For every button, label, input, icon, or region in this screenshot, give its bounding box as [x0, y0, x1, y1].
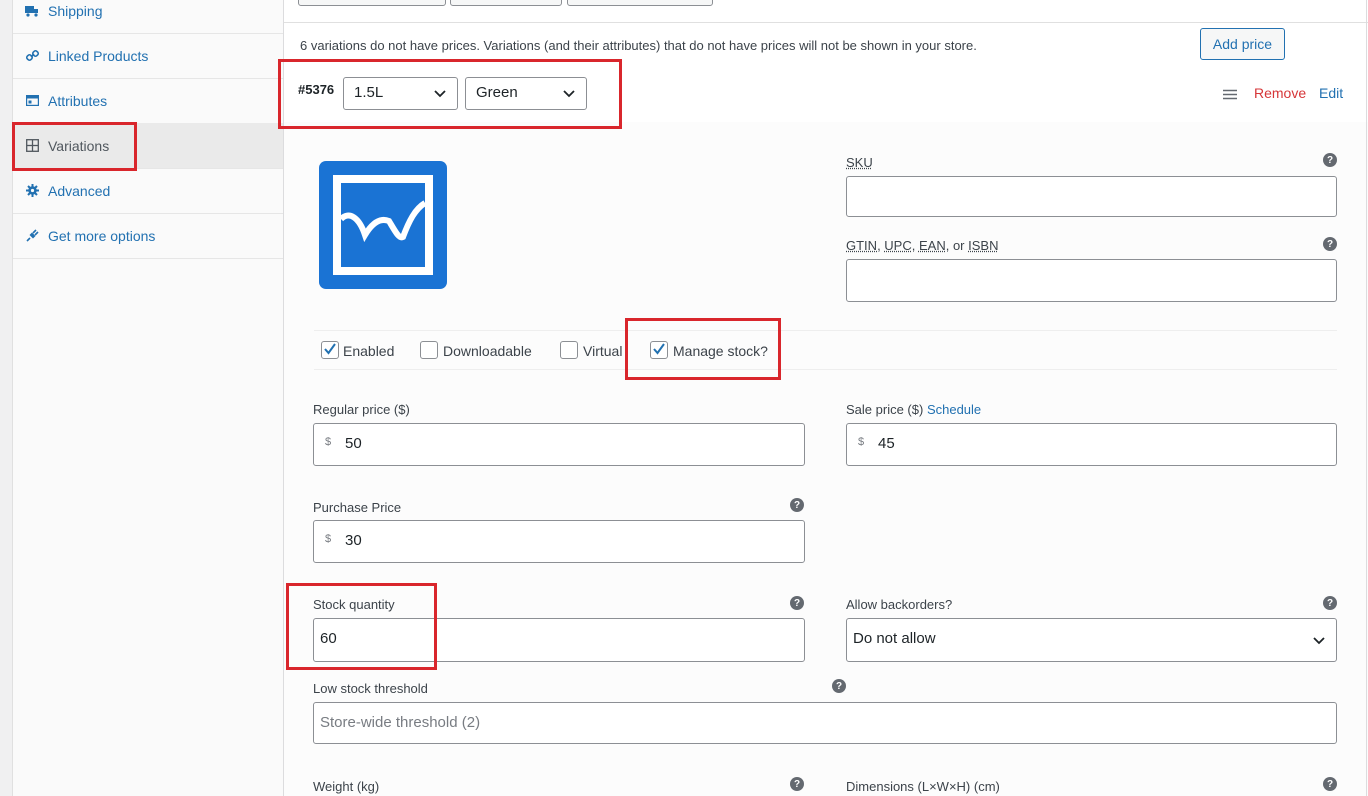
gtin-input[interactable] — [846, 259, 1337, 302]
tab-variations[interactable]: Variations — [13, 123, 284, 169]
regular-price-label: Regular price ($) — [313, 402, 410, 417]
tab-label: Get more options — [48, 227, 156, 244]
enabled-label: Enabled — [343, 343, 395, 359]
stock-quantity-value: 60 — [320, 630, 337, 647]
gtin-label: GTIN, UPC, EAN, or ISBN — [846, 238, 999, 253]
table-icon — [25, 94, 39, 108]
link-icon — [25, 49, 39, 63]
size-value: 1.5L — [354, 84, 384, 101]
add-price-button[interactable]: Add price — [1200, 28, 1285, 60]
virtual-checkbox[interactable] — [560, 341, 578, 359]
tab-shipping[interactable]: Shipping — [13, 0, 284, 34]
manage-stock-label: Manage stock? — [673, 343, 768, 359]
chevron-down-icon — [1313, 637, 1325, 645]
downloadable-label: Downloadable — [443, 343, 532, 359]
remove-variation-link[interactable]: Remove — [1254, 85, 1306, 101]
divider — [314, 369, 1337, 370]
help-icon[interactable]: ? — [1323, 153, 1337, 167]
color-select[interactable]: Green — [465, 77, 587, 110]
sale-price-value: 45 — [878, 435, 895, 452]
regular-price-input[interactable]: $ 50 — [313, 423, 805, 466]
dimensions-label: Dimensions (L×W×H) (cm) — [846, 779, 1000, 794]
help-icon[interactable]: ? — [790, 498, 804, 512]
virtual-label: Virtual — [583, 343, 623, 359]
help-icon[interactable]: ? — [790, 777, 804, 791]
size-select[interactable]: 1.5L — [343, 77, 458, 110]
low-stock-placeholder: Store-wide threshold (2) — [320, 714, 481, 731]
help-icon[interactable]: ? — [832, 679, 846, 693]
tab-get-more-options[interactable]: Get more options — [13, 213, 284, 259]
stock-quantity-label: Stock quantity — [313, 597, 395, 612]
variation-details: SKU ? GTIN, UPC, EAN, or ISBN ? Enabled … — [284, 122, 1368, 796]
help-icon[interactable]: ? — [1323, 237, 1337, 251]
plugin-icon — [25, 229, 39, 243]
regular-price-value: 50 — [345, 435, 362, 452]
currency-symbol: $ — [858, 436, 865, 448]
tab-advanced[interactable]: Advanced — [13, 168, 284, 214]
sku-input[interactable] — [846, 176, 1337, 217]
tab-label: Attributes — [48, 92, 108, 109]
image-placeholder-icon[interactable] — [319, 161, 447, 289]
truck-icon — [25, 4, 39, 18]
drag-handle-icon[interactable] — [1223, 89, 1237, 100]
edit-variation-link[interactable]: Edit — [1319, 85, 1343, 101]
sku-label: SKU — [846, 155, 873, 170]
tab-label: Linked Products — [48, 47, 149, 64]
purchase-price-input[interactable]: $ 30 — [313, 520, 805, 563]
chevron-down-icon — [563, 90, 575, 98]
help-icon[interactable]: ? — [1323, 596, 1337, 610]
backorders-select[interactable]: Do not allow — [846, 618, 1337, 662]
tab-label: Shipping — [48, 2, 103, 19]
divider — [314, 330, 1337, 331]
weight-label: Weight (kg) — [313, 779, 380, 794]
sale-price-label: Sale price ($) Schedule — [846, 402, 982, 417]
variations-panel: 6 variations do not have prices. Variati… — [283, 0, 1368, 796]
schedule-link[interactable]: Schedule — [927, 402, 981, 417]
backorders-value: Do not allow — [853, 630, 936, 647]
downloadable-checkbox[interactable] — [420, 341, 438, 359]
missing-prices-notice: 6 variations do not have prices. Variati… — [300, 38, 977, 53]
toolbar-button[interactable] — [450, 0, 562, 6]
product-data-tabs: Shipping Linked Products Attributes Vari… — [12, 0, 284, 796]
currency-symbol: $ — [325, 533, 332, 545]
variation-header[interactable]: #5376 1.5L Green Remove Edit — [284, 62, 1368, 123]
gear-icon — [25, 184, 39, 198]
toolbar-button[interactable] — [567, 0, 713, 6]
tab-label: Advanced — [48, 182, 111, 199]
sale-price-input[interactable]: $ 45 — [846, 423, 1337, 466]
toolbar-button[interactable] — [298, 0, 446, 6]
enabled-checkbox[interactable] — [321, 341, 339, 359]
low-stock-label: Low stock threshold — [313, 681, 428, 696]
help-icon[interactable]: ? — [790, 596, 804, 610]
tab-label: Variations — [48, 137, 110, 154]
tab-attributes[interactable]: Attributes — [13, 78, 284, 124]
currency-symbol: $ — [325, 436, 332, 448]
backorders-label: Allow backorders? — [846, 597, 953, 612]
tab-linked-products[interactable]: Linked Products — [13, 33, 284, 79]
divider — [284, 22, 1368, 23]
purchase-price-label: Purchase Price — [313, 500, 402, 515]
manage-stock-checkbox[interactable] — [650, 341, 668, 359]
grid-icon — [25, 139, 39, 153]
low-stock-input[interactable]: Store-wide threshold (2) — [313, 702, 1337, 744]
purchase-price-value: 30 — [345, 532, 362, 549]
variation-id: #5376 — [298, 82, 335, 97]
stock-quantity-input[interactable]: 60 — [313, 618, 805, 662]
color-value: Green — [476, 84, 518, 101]
chevron-down-icon — [434, 90, 446, 98]
help-icon[interactable]: ? — [1323, 777, 1337, 791]
panel-edge — [1366, 0, 1367, 796]
